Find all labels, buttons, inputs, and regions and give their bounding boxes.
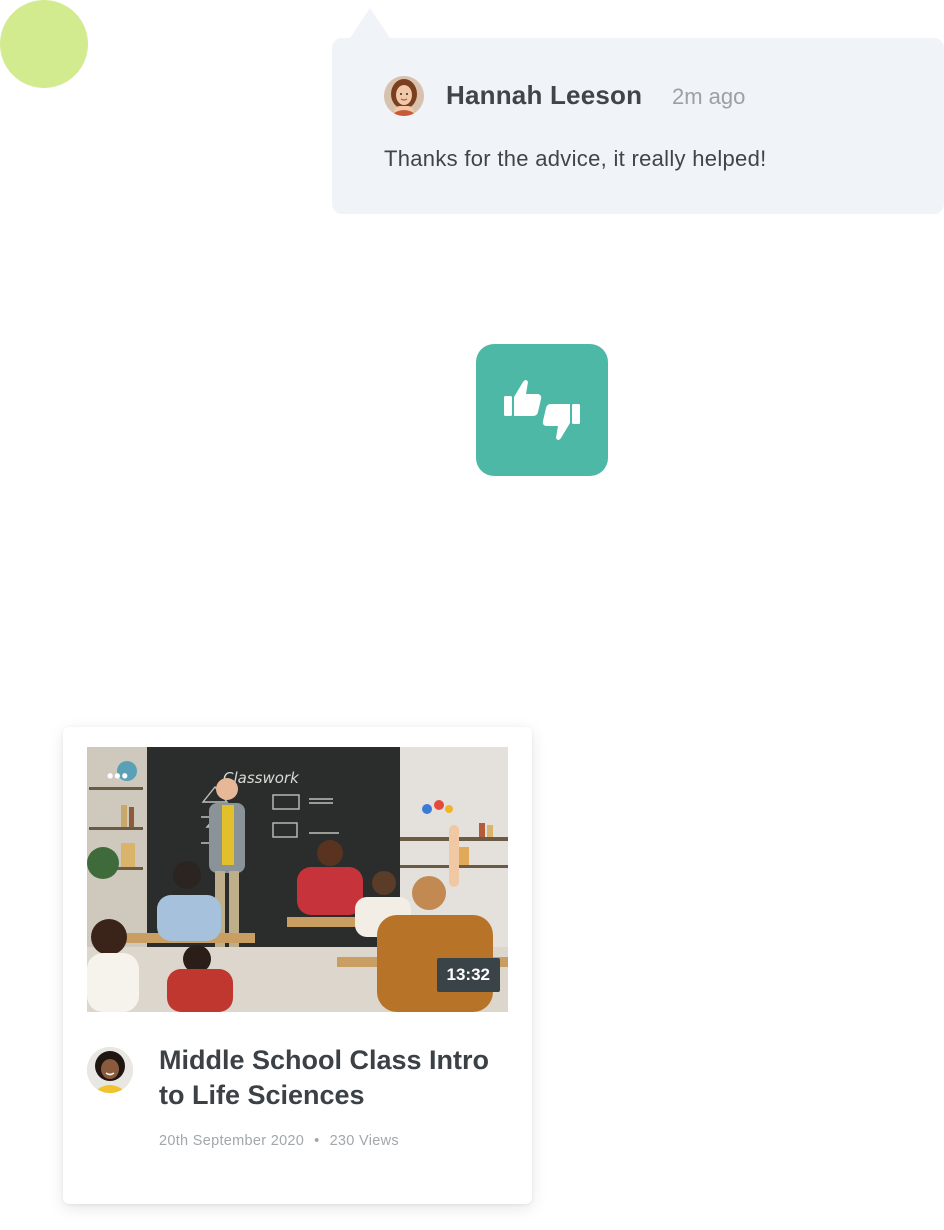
comment-bubble-tail xyxy=(350,8,390,38)
thumbs-up-down-icon xyxy=(504,380,580,440)
video-views: 230 Views xyxy=(329,1133,399,1149)
comment-bubble: Hannah Leeson 2m ago Thanks for the advi… xyxy=(332,38,944,214)
video-author-avatar[interactable] xyxy=(87,1047,133,1093)
duration-badge: 13:32 xyxy=(436,958,500,992)
meta-separator: • xyxy=(314,1133,320,1149)
comment-author-name[interactable]: Hannah Leeson xyxy=(446,80,642,111)
more-dots-icon[interactable]: ••• xyxy=(107,767,129,785)
feedback-tile[interactable] xyxy=(476,344,608,476)
video-card[interactable]: Classwork ••• 13:32 Middle School Class … xyxy=(63,727,532,1204)
comment-timestamp: 2m ago xyxy=(672,84,746,109)
video-meta: 20th September 2020 • 230 Views xyxy=(159,1133,399,1149)
video-date: 20th September 2020 xyxy=(159,1133,305,1149)
decorative-blob xyxy=(0,0,88,88)
video-thumbnail[interactable]: Classwork ••• 13:32 xyxy=(87,747,508,1012)
comment-author-avatar[interactable] xyxy=(384,76,424,116)
comment-text: Thanks for the advice, it really helped! xyxy=(384,146,767,171)
video-title[interactable]: Middle School Class Intro to Life Scienc… xyxy=(159,1043,509,1113)
